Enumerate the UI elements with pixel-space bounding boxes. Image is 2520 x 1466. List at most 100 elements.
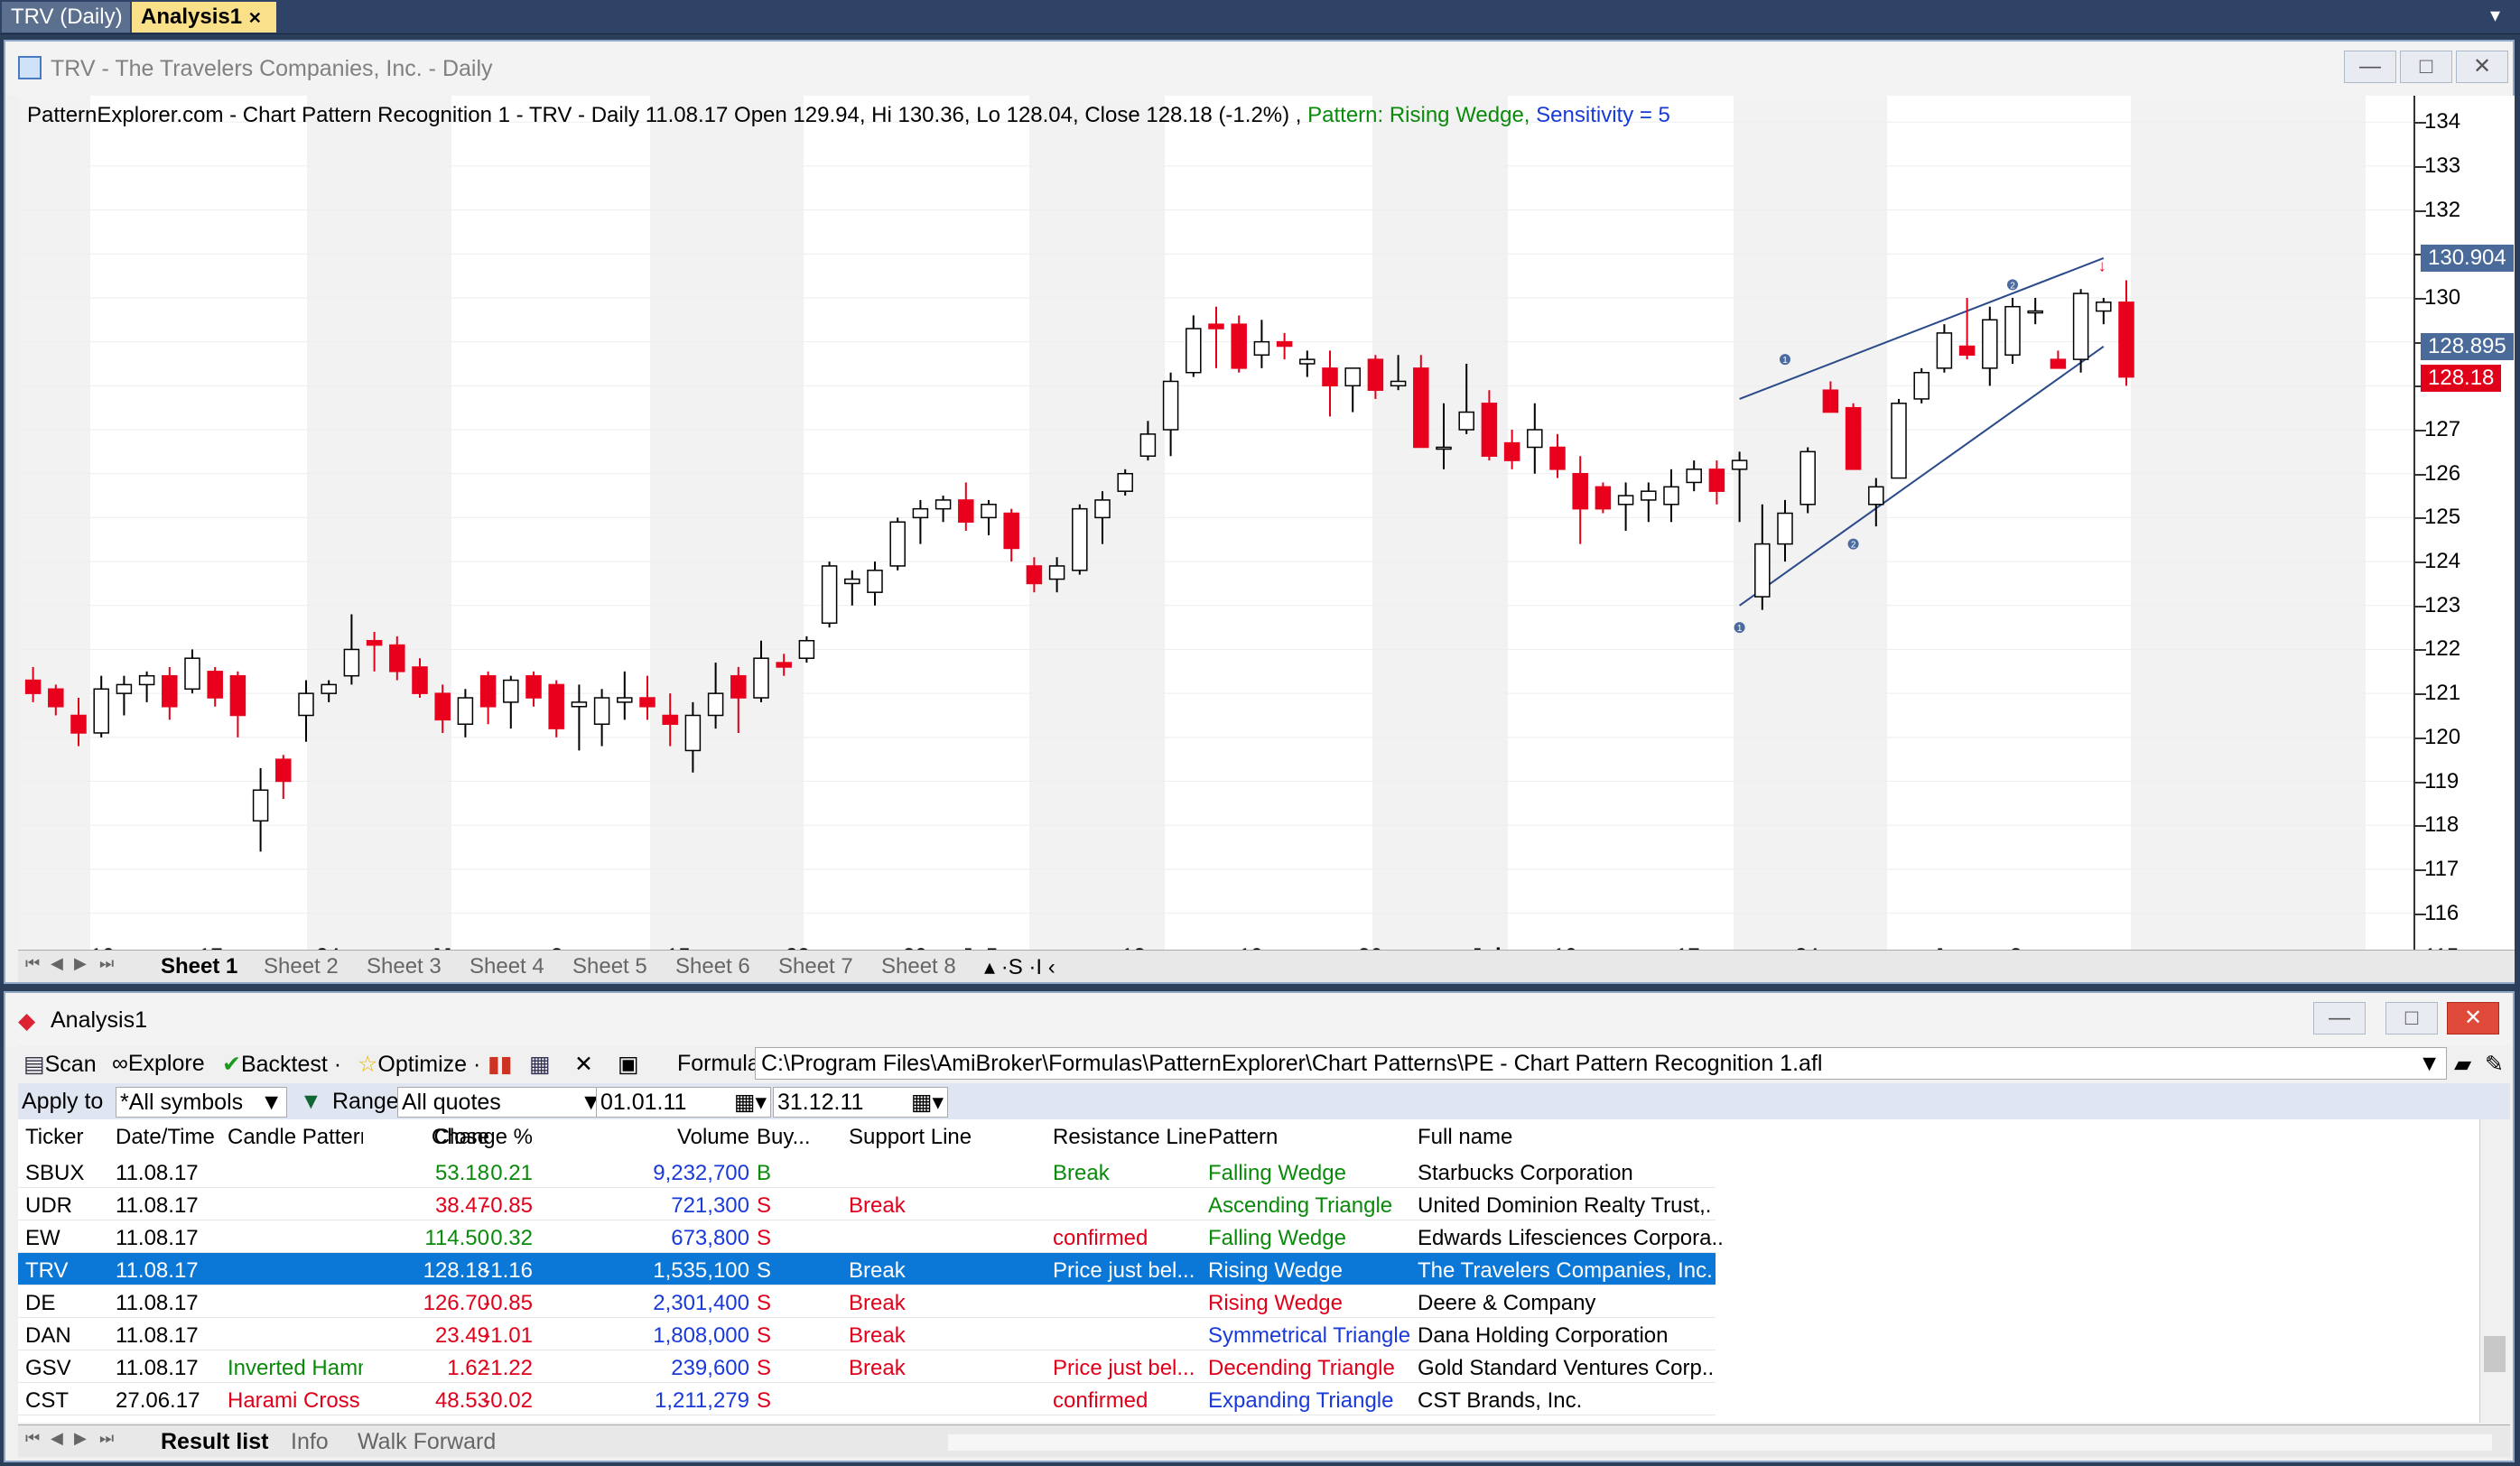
sheet-scroll-icon[interactable]: ▴ ·S ·I ‹ — [984, 954, 1055, 980]
tools-icon[interactable]: ✕ — [574, 1051, 593, 1078]
range-select[interactable]: All quotes ▼ — [397, 1087, 607, 1118]
sheet-tab-7[interactable]: Sheet 7 — [778, 954, 853, 979]
tab-result-list[interactable]: Result list — [161, 1429, 268, 1455]
sell-arrow-icon: ↓ — [2098, 257, 2106, 275]
candle-body — [1026, 565, 1043, 585]
scan-button[interactable]: ▤Scan — [23, 1051, 97, 1078]
candle-body — [525, 674, 542, 699]
apply-to-select[interactable]: *All symbols ▼ — [116, 1087, 287, 1118]
table-cell-volume: 2,301,400 — [653, 1291, 749, 1315]
table-row[interactable]: CST 27.06.17 Harami Cross 48.53 -0.02 1,211,2… — [18, 1383, 1716, 1415]
sheet-tab-8[interactable]: Sheet 8 — [881, 954, 956, 979]
table-cell-ticker: UDR — [25, 1193, 72, 1218]
calendar-icon[interactable]: ▦▾ — [734, 1088, 767, 1117]
maximize-button[interactable]: □ — [2385, 1002, 2438, 1035]
vertical-scrollbar[interactable] — [2479, 1119, 2510, 1423]
column-header[interactable]: Pattern — [1208, 1125, 1416, 1150]
candle-body — [1822, 389, 1839, 413]
minimize-button[interactable]: — — [2313, 1002, 2366, 1035]
prev-sheet-icon[interactable]: ◀ — [51, 954, 74, 978]
column-header[interactable]: Support Line — [849, 1125, 1051, 1150]
settings-icon[interactable]: ▣ — [618, 1051, 639, 1078]
from-date-field[interactable]: 01.01.11 ▦▾ — [596, 1087, 771, 1118]
table-cell-resistance: Price just bel... — [1053, 1356, 1195, 1380]
table-cell-volume: 721,300 — [671, 1193, 749, 1218]
last-page-icon[interactable]: ⏭ — [99, 1429, 123, 1452]
sheet-tab-3[interactable]: Sheet 3 — [367, 954, 442, 979]
column-header[interactable]: Candle Pattern — [228, 1125, 363, 1150]
table-cell-ticker: SBUX — [25, 1161, 85, 1185]
close-icon[interactable]: ✕ — [248, 9, 262, 27]
column-header[interactable]: Full name — [1418, 1125, 1725, 1150]
column-header[interactable]: Volume — [574, 1125, 749, 1150]
sheet-tab-5[interactable]: Sheet 5 — [572, 954, 647, 979]
sheet-tab-4[interactable]: Sheet 4 — [470, 954, 544, 979]
edit-formula-icon[interactable]: ✎ — [2485, 1051, 2504, 1078]
first-page-icon[interactable]: ⏮ — [25, 1429, 49, 1452]
horizontal-scrollbar[interactable] — [948, 1434, 2492, 1451]
results-table[interactable]: Ticker Date/Time Candle Pattern Close Change… — [18, 1119, 2492, 1423]
table-row[interactable]: UDR 11.08.17 38.47 -0.85 721,300 S Break Ascend… — [18, 1188, 1716, 1220]
first-sheet-icon[interactable]: ⏮ — [25, 954, 49, 978]
doc-tab-trv-daily[interactable]: TRV (Daily) — [2, 2, 130, 32]
sheet-tab-6[interactable]: Sheet 6 — [675, 954, 750, 979]
prev-page-icon[interactable]: ◀ — [51, 1429, 74, 1452]
table-cell-name: Edwards Lifesciences Corpora.. — [1418, 1226, 1724, 1250]
sheet-tab-1[interactable]: Sheet 1 — [161, 954, 237, 979]
candle-body — [1503, 441, 1520, 461]
explore-button[interactable]: ∞Explore — [112, 1051, 205, 1077]
calendar-icon[interactable]: ▦▾ — [911, 1088, 944, 1117]
chevron-down-icon[interactable]: ▾ — [2490, 4, 2500, 27]
backtest-button[interactable]: ✔Backtest · — [222, 1051, 341, 1078]
table-row[interactable]: TRV 11.08.17 128.18 -1.16 1,535,100 S Break Pri… — [18, 1253, 1716, 1285]
table-row[interactable]: EW 11.08.17 114.50 0.32 673,800 Sconfirmed Fal… — [18, 1220, 1724, 1253]
candle-body — [229, 674, 246, 717]
chevron-down-icon[interactable]: ▼ — [2418, 1048, 2441, 1079]
candle-body — [1344, 367, 1361, 387]
price-chart[interactable]: 1 1 2 2 ↓ PatternExplorer.com - Chart Patter… — [18, 96, 2413, 966]
next-sheet-icon[interactable]: ▶ — [74, 954, 98, 978]
candle-body — [1913, 371, 1930, 400]
candle-body — [821, 565, 838, 624]
candle-body — [753, 657, 769, 699]
table-row[interactable]: DE 11.08.17 126.70 -0.85 2,301,400 S Break Risi… — [18, 1285, 1716, 1318]
doc-tab-label: Analysis1 — [141, 5, 243, 29]
table-icon[interactable]: ▦ — [529, 1051, 551, 1078]
close-button[interactable]: ✕ — [2456, 51, 2508, 83]
column-header[interactable]: Ticker — [25, 1125, 112, 1150]
candle-body — [1367, 358, 1384, 391]
column-header[interactable]: Date/Time — [116, 1125, 226, 1150]
candle-body — [1595, 486, 1612, 510]
binoculars-icon: ∞ — [112, 1051, 128, 1076]
tab-info[interactable]: Info — [291, 1429, 329, 1455]
next-page-icon[interactable]: ▶ — [74, 1429, 98, 1452]
column-header[interactable]: Change % — [424, 1125, 533, 1150]
scrollbar-thumb[interactable] — [2484, 1336, 2506, 1372]
candle-body — [366, 639, 383, 646]
column-header[interactable]: Buy... — [757, 1125, 847, 1150]
doc-tab-analysis1[interactable]: Analysis1 ✕ — [132, 2, 276, 32]
column-header[interactable]: Resistance Line — [1053, 1125, 1206, 1150]
open-folder-icon[interactable]: ▰ — [2454, 1051, 2471, 1078]
chart-bars-icon[interactable]: ▮▮ — [488, 1051, 513, 1078]
maximize-button[interactable]: □ — [2400, 51, 2452, 83]
candle-body — [1868, 486, 1884, 506]
table-cell-ticker: CST — [25, 1388, 69, 1413]
tab-walk-forward[interactable]: Walk Forward — [358, 1429, 496, 1455]
optimize-button[interactable]: ☆Optimize · — [358, 1051, 480, 1078]
candle-body — [1663, 486, 1679, 506]
range-value: All quotes — [402, 1090, 501, 1115]
sheet-tab-2[interactable]: Sheet 2 — [264, 954, 339, 979]
table-row[interactable]: SBUX 11.08.17 53.18 0.21 9,232,700 B Break Fall… — [18, 1155, 1716, 1188]
price-axis[interactable]: 1151161171181191201211221231241251261271… — [2413, 96, 2515, 969]
to-date-field[interactable]: 31.12.11 ▦▾ — [773, 1087, 948, 1118]
table-row[interactable]: DAN 11.08.17 23.49 -1.01 1,808,000 S Break Symm… — [18, 1318, 1716, 1350]
table-cell-change: -0.85 — [483, 1193, 533, 1218]
table-row[interactable]: GSV11.08.17Inverted Hammer1.62-1.22239,6… — [18, 1350, 1716, 1383]
formula-path-field[interactable]: C:\Program Files\AmiBroker\Formulas\Patt… — [755, 1047, 2447, 1080]
filter-icon[interactable]: ▼ — [300, 1089, 322, 1115]
last-sheet-icon[interactable]: ⏭ — [99, 954, 123, 978]
close-button[interactable]: ✕ — [2447, 1002, 2499, 1035]
candle-body — [2050, 358, 2067, 369]
minimize-button[interactable]: — — [2344, 51, 2396, 83]
